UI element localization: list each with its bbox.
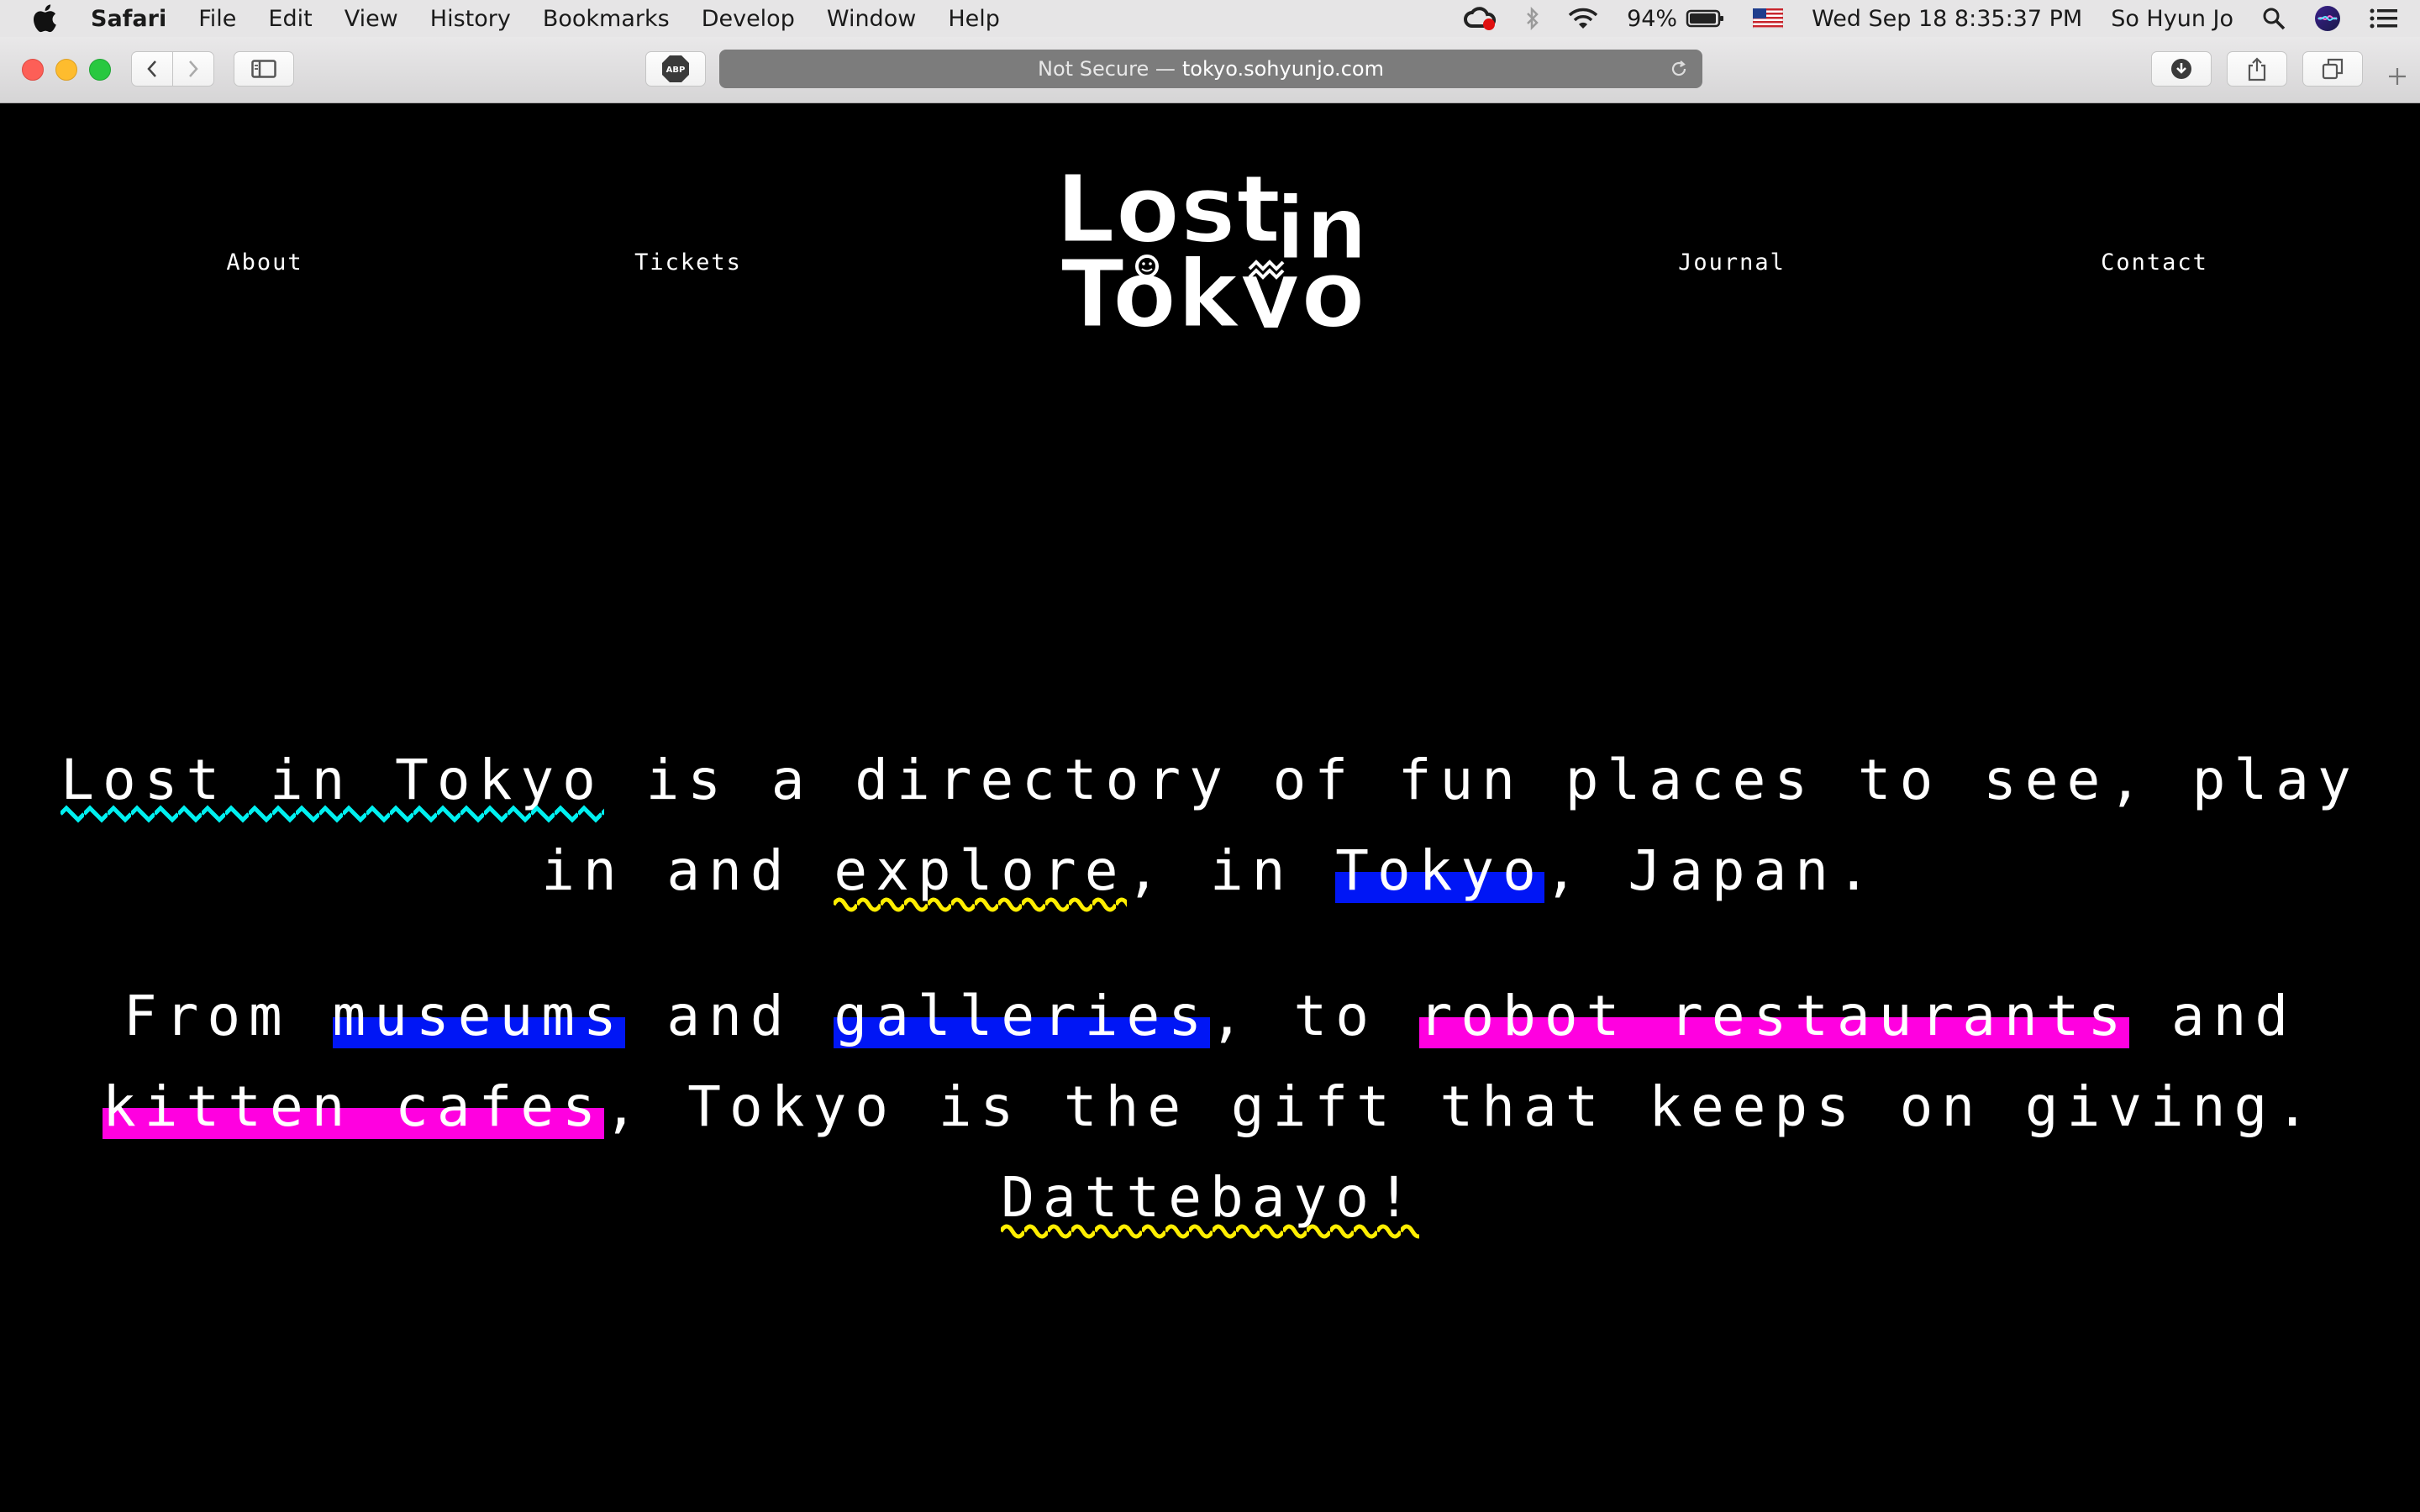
menubar-user[interactable]: So Hyun Jo [2111,6,2233,32]
intro-text: , Japan. [1544,838,1879,903]
link-kitten-cafes[interactable]: kitten cafes [103,1074,604,1139]
menu-app-name[interactable]: Safari [91,6,166,32]
web-page: About Tickets Journal Contact Lost in To… [0,103,2420,1512]
new-tab-button[interactable] [2376,52,2418,101]
yellow-wave-underline [834,893,1127,916]
battery-percent: 94% [1627,5,1678,32]
security-label: Not Secure — [1038,57,1176,81]
forward-button[interactable] [172,51,214,87]
battery-icon[interactable] [1686,8,1724,29]
svg-text:Tokyo: Tokyo [1060,240,1365,328]
nav-contact[interactable]: Contact [2101,249,2208,276]
wifi-icon[interactable] [1568,7,1598,30]
fullscreen-window-button[interactable] [89,59,111,81]
link-galleries[interactable]: galleries [834,984,1210,1048]
nav-about[interactable]: About [226,249,302,276]
menu-history[interactable]: History [430,6,511,32]
notification-center-icon[interactable] [2370,8,2398,29]
menu-develop[interactable]: Develop [702,6,795,32]
link-explore[interactable]: explore [834,838,1127,916]
intro-text: From [123,984,333,1048]
logo-wordmark: Lost in Tokyo [1055,155,1370,328]
svg-text:ABP: ABP [666,66,686,75]
link-dattebayo[interactable]: Dattebayo! [1001,1165,1419,1243]
nav-tickets[interactable]: Tickets [634,249,742,276]
menu-view[interactable]: View [345,6,398,32]
adblock-plus-icon: ABP [662,55,689,82]
address-host: tokyo.sohyunjo.com [1181,57,1384,81]
intro-text: and [624,984,834,1048]
menu-window[interactable]: Window [827,6,916,32]
creative-cloud-icon[interactable] [1462,6,1497,31]
intro-paragraph-2: From museums and galleries, to robot res… [0,971,2420,1243]
yellow-wave-underline [1001,1220,1419,1243]
browser-toolbar: ABP Not Secure — tokyo.sohyunjo.com [0,37,2420,103]
reload-icon[interactable] [1669,59,1689,84]
sidebar-icon [251,60,276,78]
nav-journal[interactable]: Journal [1678,249,1786,276]
address-bar[interactable]: Not Secure — tokyo.sohyunjo.com [719,50,1702,88]
intro-text: and [2129,984,2297,1048]
downloads-button[interactable] [2151,51,2212,87]
link-lost-in-tokyo[interactable]: Lost in Tokyo [60,748,604,826]
intro-text: , to [1210,984,1419,1048]
us-flag-icon[interactable] [1753,8,1784,29]
link-tokyo[interactable]: Tokyo [1335,838,1544,903]
sidebar-toggle-button[interactable] [234,51,294,87]
share-button[interactable] [2227,51,2287,87]
minimize-window-button[interactable] [55,59,77,81]
chevron-left-icon [147,60,156,77]
spotlight-search-icon[interactable] [2262,7,2286,30]
link-museums[interactable]: museums [332,984,625,1048]
back-button[interactable] [131,51,173,87]
intro-paragraph-1: Lost in Tokyo is a directory of fun plac… [0,735,2420,916]
link-robot-restaurants[interactable]: robot restaurants [1418,984,2130,1048]
menu-bar: Safari File Edit View History Bookmarks … [0,0,2420,37]
menu-bookmarks[interactable]: Bookmarks [543,6,670,32]
adblock-extension-button[interactable]: ABP [645,51,706,87]
menu-file[interactable]: File [198,6,236,32]
plus-icon [2389,68,2406,85]
chevron-right-icon [189,60,198,77]
cyan-wave-underline [60,802,604,826]
bluetooth-icon[interactable] [1526,7,1539,30]
tabs-icon [2322,58,2344,80]
intro-text: , Tokyo is the gift that keeps on giving… [603,1074,2317,1139]
apple-menu-icon[interactable] [32,4,66,33]
site-logo[interactable]: Lost in Tokyo [1050,151,1370,328]
siri-icon[interactable] [2314,5,2341,32]
download-icon [2171,59,2191,79]
menu-help[interactable]: Help [948,6,1000,32]
menu-edit[interactable]: Edit [268,6,312,32]
close-window-button[interactable] [22,59,44,81]
menubar-clock[interactable]: Wed Sep 18 8:35:37 PM [1812,6,2082,32]
share-icon [2248,57,2266,81]
tab-overview-button[interactable] [2302,51,2363,87]
smiley-icon [1135,255,1159,278]
intro-text: , in [1126,838,1336,903]
